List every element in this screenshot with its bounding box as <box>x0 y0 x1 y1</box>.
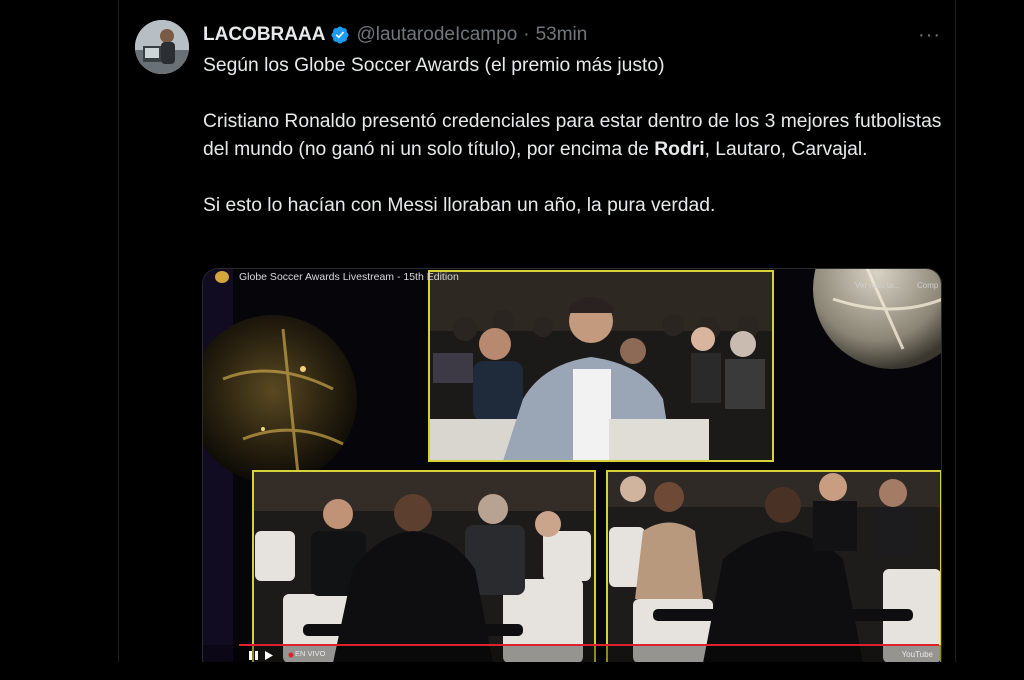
youtube-logo-label[interactable]: YouTube <box>902 650 933 659</box>
tweet-paragraph-3: Si esto lo hacían con Messi lloraban un … <box>203 195 716 216</box>
separator-dot: · <box>523 24 530 45</box>
video-panel-top <box>429 271 773 461</box>
video-still <box>203 269 941 662</box>
share-label[interactable]: Comp <box>917 281 938 290</box>
tweet-media-image[interactable]: Globe Soccer Awards Livestream - 15th Ed… <box>202 268 942 662</box>
tweet-paragraph-2: Cristiano Ronaldo presentó credenciales … <box>203 108 948 164</box>
more-options-icon[interactable]: ··· <box>911 22 941 48</box>
timestamp[interactable]: 53min <box>536 22 588 48</box>
tweet-paragraph-1: Según los Globe Soccer Awards (el premio… <box>203 55 665 76</box>
tweet-card[interactable]: LACOBRAAA @lautarodeIcampo · 53min ··· S… <box>118 0 956 662</box>
tweet-header: LACOBRAAA @lautarodeIcampo · 53min ··· <box>203 22 941 48</box>
screen: LACOBRAAA @lautarodeIcampo · 53min ··· S… <box>0 0 1024 680</box>
video-panel-bottom-right <box>607 471 941 662</box>
live-label: EN VIVO <box>295 649 326 658</box>
tweet-text: Según los Globe Soccer Awards (el premio… <box>203 52 948 220</box>
verified-badge-icon <box>331 26 349 44</box>
watch-later-label[interactable]: Ver más ta... <box>855 281 900 290</box>
mention-rodri: Rodri <box>654 139 705 160</box>
channel-logo-icon <box>215 271 229 283</box>
avatar-image <box>135 20 189 74</box>
video-title: Globe Soccer Awards Livestream - 15th Ed… <box>239 271 459 283</box>
author-name[interactable]: LACOBRAAA <box>203 22 325 48</box>
author-handle[interactable]: @lautarodeIcampo <box>356 22 517 48</box>
video-panel-bottom-left <box>253 471 595 662</box>
avatar[interactable] <box>135 20 189 74</box>
tweet-paragraph-2-end: , Lautaro, Carvajal. <box>704 139 868 160</box>
